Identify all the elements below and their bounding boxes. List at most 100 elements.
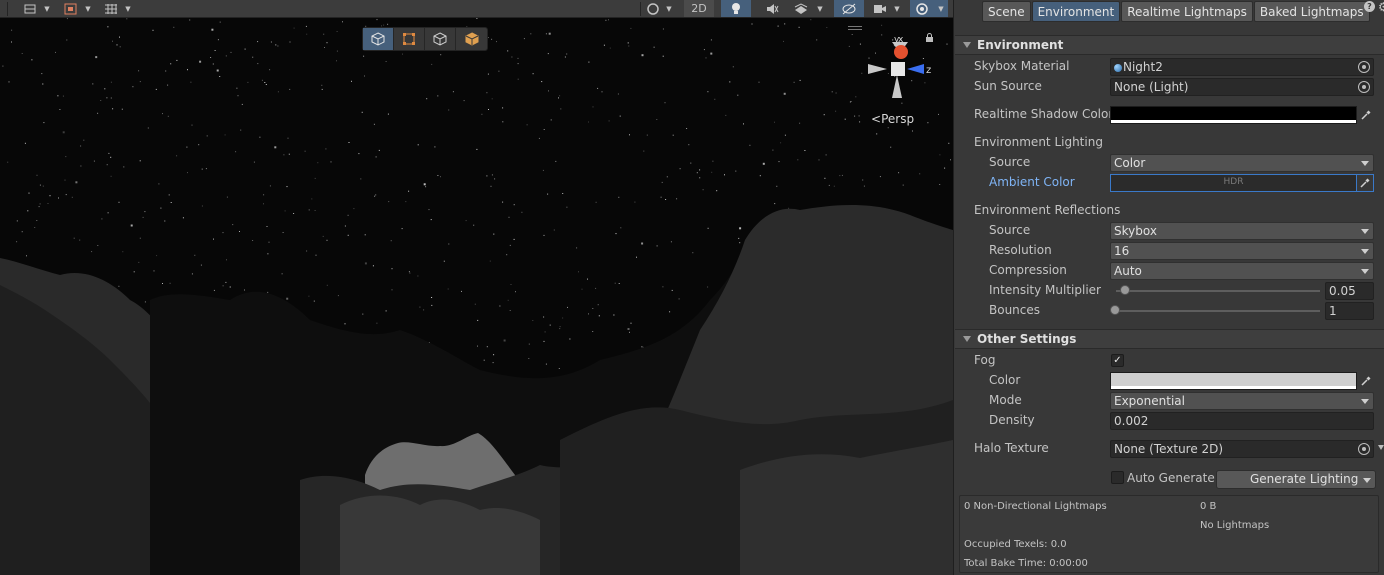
intensity-slider-thumb[interactable] — [1120, 285, 1130, 295]
star — [676, 198, 678, 200]
intensity-slider-track[interactable] — [1116, 290, 1320, 292]
auto-generate-checkbox[interactable] — [1111, 471, 1124, 484]
gizmo-neg-x-cone[interactable] — [868, 64, 887, 74]
reflection-source-dropdown[interactable]: Skybox — [1110, 222, 1374, 240]
eyedropper-icon[interactable] — [1357, 174, 1374, 192]
gizmo-x-cone[interactable] — [894, 45, 908, 59]
scene-visibility-icon[interactable] — [834, 0, 864, 17]
star — [211, 28, 214, 31]
reflection-source-label: Source — [989, 223, 1031, 237]
eyedropper-icon[interactable] — [1357, 106, 1374, 124]
star — [119, 46, 121, 48]
effects-dropdown-icon[interactable]: ▼ — [814, 0, 826, 17]
cube-tool-icon[interactable] — [425, 28, 456, 50]
star — [927, 122, 929, 124]
shading-mode-icon[interactable] — [644, 0, 662, 17]
scroll-down-arrow-icon[interactable] — [1378, 445, 1384, 450]
object-picker-icon[interactable] — [1358, 61, 1370, 73]
alpha-bar — [1111, 120, 1356, 123]
eyedropper-icon[interactable] — [1357, 372, 1374, 390]
lighting-toggle-icon[interactable] — [721, 0, 751, 17]
object-picker-icon[interactable] — [1358, 443, 1370, 455]
resolution-dropdown[interactable]: 16 — [1110, 242, 1374, 260]
star — [509, 244, 511, 246]
intensity-multiplier-input[interactable]: 0.05 — [1325, 282, 1374, 300]
bounces-input[interactable]: 1 — [1325, 302, 1374, 320]
generate-lighting-button[interactable]: Generate Lighting — [1216, 470, 1376, 489]
star — [107, 26, 109, 28]
gizmos-dropdown-icon[interactable]: ▼ — [934, 0, 948, 17]
gizmos-icon[interactable] — [910, 0, 934, 17]
bounces-slider-thumb[interactable] — [1110, 305, 1120, 315]
star — [669, 311, 671, 313]
bounces-slider-track[interactable] — [1116, 310, 1320, 312]
tab-baked-lightmaps[interactable]: Baked Lightmaps — [1253, 1, 1370, 22]
gizmo-dropdown-icon[interactable]: ▼ — [82, 0, 94, 17]
orientation-gizmo[interactable]: y x z — [862, 28, 942, 106]
object-picker-icon[interactable] — [1358, 81, 1370, 93]
tab-realtime-lightmaps[interactable]: Realtime Lightmaps — [1121, 1, 1253, 22]
star — [226, 196, 228, 198]
star — [581, 288, 583, 290]
env-lighting-source-value: Color — [1114, 156, 1146, 170]
projection-toggle[interactable]: <Persp — [871, 112, 914, 126]
star — [614, 282, 616, 284]
star — [526, 124, 528, 126]
tab-scene[interactable]: Scene — [982, 1, 1031, 22]
star — [286, 186, 288, 188]
star — [118, 285, 120, 287]
gizmo-center-cube[interactable] — [891, 62, 905, 76]
star — [282, 232, 284, 233]
star — [783, 92, 786, 95]
fog-mode-dropdown[interactable]: Exponential — [1110, 392, 1374, 410]
star — [314, 210, 316, 211]
env-lighting-source-dropdown[interactable]: Color — [1110, 154, 1374, 172]
rect-tool-icon[interactable] — [394, 28, 425, 50]
fog-checkbox[interactable]: ✓ — [1111, 354, 1124, 367]
star — [358, 153, 360, 155]
star — [517, 57, 519, 59]
star — [283, 154, 285, 156]
scene-render[interactable] — [0, 0, 953, 575]
scene-view[interactable]: ▼ ▼ ▼ ▼ 2D ▼ ▼ ▼ y x z <Persp — [0, 0, 953, 575]
realtime-shadow-color-swatch[interactable] — [1110, 106, 1357, 124]
audio-mute-icon[interactable] — [760, 0, 784, 17]
star — [142, 216, 144, 218]
star — [528, 343, 530, 345]
camera-view-dropdown-icon[interactable]: ▼ — [42, 0, 52, 17]
other-settings-section-header[interactable]: Other Settings — [955, 329, 1384, 349]
fog-density-input[interactable]: 0.002 — [1110, 412, 1374, 430]
grid-dropdown-icon[interactable]: ▼ — [122, 0, 134, 17]
grid-icon[interactable] — [102, 0, 120, 17]
mesh-tool-icon[interactable] — [456, 28, 487, 50]
realtime-shadow-color-row: Realtime Shadow Color — [954, 105, 1384, 125]
fog-color-row: Color — [954, 371, 1384, 391]
gizmo-neg-y-cone[interactable] — [892, 75, 902, 98]
scene-camera-icon[interactable] — [870, 0, 890, 17]
gizmo-z-cone[interactable] — [907, 64, 924, 74]
effects-icon[interactable] — [790, 0, 812, 17]
overlay-drag-handle[interactable] — [848, 26, 862, 30]
fog-color-swatch[interactable] — [1110, 372, 1357, 390]
scene-camera-dropdown-icon[interactable]: ▼ — [891, 0, 903, 17]
star — [670, 241, 672, 243]
box-tool-icon[interactable] — [363, 28, 394, 50]
mode-2d-button[interactable]: 2D — [684, 0, 714, 17]
shading-dropdown-icon[interactable]: ▼ — [662, 0, 676, 17]
gizmo-toggle-icon[interactable] — [60, 0, 82, 17]
halo-texture-field[interactable]: None (Texture 2D) — [1110, 440, 1374, 458]
sun-source-field[interactable]: None (Light) — [1110, 78, 1374, 96]
skybox-material-field[interactable]: Night2 — [1110, 58, 1374, 76]
tab-environment[interactable]: Environment — [1031, 1, 1121, 22]
help-icon[interactable]: ? — [1364, 1, 1375, 12]
star — [603, 44, 605, 46]
generate-dropdown-caret-icon[interactable] — [1363, 478, 1371, 483]
star — [502, 201, 504, 203]
star — [261, 79, 263, 81]
camera-view-icon[interactable] — [18, 0, 42, 17]
compression-dropdown[interactable]: Auto — [1110, 262, 1374, 280]
star — [493, 354, 495, 356]
settings-gear-icon[interactable]: ⚙ — [1378, 0, 1384, 14]
environment-section-header[interactable]: Environment — [955, 35, 1384, 55]
ambient-color-swatch[interactable]: HDR — [1110, 174, 1357, 192]
